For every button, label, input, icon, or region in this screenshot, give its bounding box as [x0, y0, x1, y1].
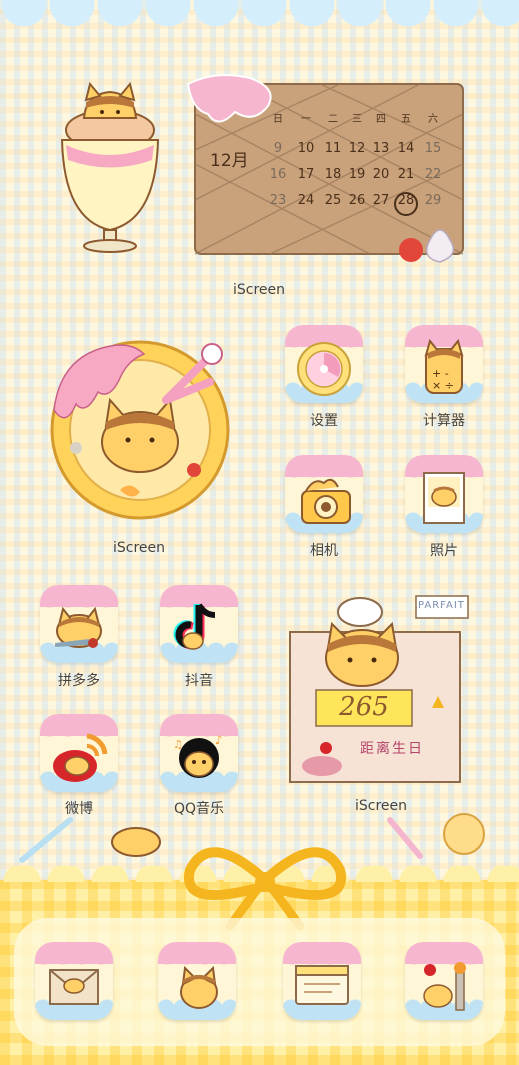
calendar-day[interactable]: 10 — [298, 141, 315, 156]
calendar-weekday: 六 — [428, 113, 438, 125]
calendar-weekday: 五 — [401, 114, 411, 125]
douyin-note-icon — [173, 603, 216, 650]
calendar-day[interactable]: 29 — [425, 193, 442, 208]
qqmusic-cat-icon: ♪ ♫ — [173, 733, 223, 778]
weibo-eye-icon — [53, 733, 108, 782]
calendar-day[interactable]: 11 — [325, 141, 342, 156]
pinduoduo-cat-icon — [55, 606, 102, 648]
clock-widget-art — [50, 340, 230, 520]
svg-text:♪: ♪ — [215, 733, 223, 747]
countdown-widget-art — [289, 595, 469, 783]
calendar-month: 12月 — [210, 151, 249, 171]
dock-mail-icon[interactable] — [35, 942, 113, 1020]
camera-app-icon[interactable] — [285, 455, 363, 533]
settings-label: 设置 — [310, 413, 338, 429]
waving-cat-icon — [180, 965, 218, 1009]
pinduoduo-app-icon[interactable] — [40, 585, 118, 663]
camera-label: 相机 — [310, 543, 338, 559]
douyin-app-icon[interactable] — [160, 585, 238, 663]
calculator-cat-icon: + - × ÷ — [424, 339, 464, 394]
calculator-label: 计算器 — [423, 413, 465, 429]
calendar-widget-label: iScreen — [232, 282, 286, 298]
calendar-day[interactable]: 27 — [373, 193, 390, 208]
calendar-grid: 12月 日 一 二 三 四 五 六 9 10 11 12 13 14 15 16 17 18 19 20 21 22 23… — [210, 113, 442, 216]
ribbon-bow-icon — [183, 847, 347, 930]
calendar-day[interactable]: 22 — [425, 167, 442, 182]
photos-polaroid-icon — [423, 472, 465, 524]
calendar-day[interactable]: 25 — [325, 193, 342, 208]
douyin-label: 抖音 — [185, 673, 213, 689]
envelope-icon — [49, 969, 99, 1005]
qqmusic-app-icon[interactable]: ♪ ♫ — [160, 714, 238, 792]
photos-app-icon[interactable] — [405, 455, 483, 533]
countdown-days: 265 — [339, 692, 389, 722]
calendar-widget[interactable]: 12月 日 一 二 三 四 五 六 9 10 11 12 13 14 15 16 17 18 19 20 21 22 23… — [40, 70, 480, 270]
calendar-weekday: 日 — [273, 114, 283, 125]
top-scallop-border — [0, 0, 519, 34]
calendar-day[interactable]: 23 — [270, 193, 287, 208]
clock-widget-label: iScreen — [112, 540, 166, 556]
weibo-app-icon[interactable] — [40, 714, 118, 792]
svg-text:× ÷: × ÷ — [432, 379, 454, 392]
calendar-day[interactable]: 16 — [270, 167, 287, 182]
photos-label: 照片 — [430, 543, 458, 559]
settings-app-icon[interactable] — [285, 325, 363, 403]
calendar-day[interactable]: 14 — [398, 141, 415, 156]
calendar-day[interactable]: 20 — [373, 167, 390, 182]
countdown-caption: 距离生日 — [360, 741, 424, 757]
camera-icon — [301, 478, 351, 524]
calendar-day[interactable]: 19 — [349, 167, 366, 182]
calendar-day[interactable]: 26 — [349, 193, 366, 208]
settings-gear-icon — [297, 342, 351, 396]
calendar-day[interactable]: 17 — [298, 167, 315, 182]
calendar-day[interactable]: 24 — [298, 193, 315, 208]
calendar-weekday: 一 — [301, 114, 311, 125]
dock-cat-icon[interactable] — [158, 942, 236, 1020]
countdown-widget[interactable]: PARFAIT 265 距离生日 — [282, 588, 482, 793]
cherry-cat-icon — [423, 962, 466, 1011]
calendar-day[interactable]: 13 — [373, 141, 390, 156]
clock-widget[interactable] — [40, 330, 240, 530]
calendar-weekday: 三 — [352, 114, 362, 125]
browser-window-icon — [295, 965, 349, 1005]
calendar-day[interactable]: 18 — [325, 167, 342, 182]
calendar-weekday: 二 — [328, 114, 338, 125]
calendar-weekday: 四 — [376, 114, 386, 125]
calculator-app-icon[interactable]: + - × ÷ — [405, 325, 483, 403]
countdown-tag: PARFAIT — [418, 600, 465, 611]
pinduoduo-label: 拼多多 — [58, 673, 100, 689]
calendar-day[interactable]: 15 — [425, 141, 442, 156]
calendar-day[interactable]: 9 — [274, 141, 282, 156]
calendar-day[interactable]: 12 — [349, 141, 366, 156]
svg-text:♫: ♫ — [173, 738, 183, 751]
calendar-day[interactable]: 21 — [398, 167, 415, 182]
dock-sweets-icon[interactable] — [405, 942, 483, 1020]
dock-browser-icon[interactable] — [283, 942, 361, 1020]
